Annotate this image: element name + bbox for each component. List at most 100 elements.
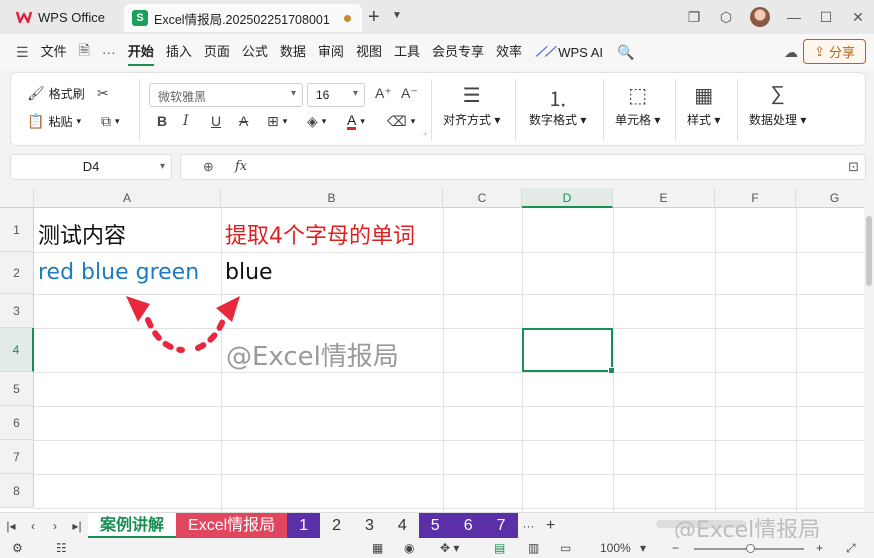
eye-icon[interactable]: ◉ xyxy=(404,541,414,555)
border-icon[interactable]: ⊞ ▾ xyxy=(267,113,287,130)
row-header-7[interactable]: 7 xyxy=(0,440,34,474)
row-header-3[interactable]: 3 xyxy=(0,294,34,328)
sheet-tab-7[interactable]: 7 xyxy=(484,513,518,538)
selected-cell-d4[interactable] xyxy=(522,328,615,374)
name-box[interactable]: D4 ▾ xyxy=(10,154,172,180)
wps-office-tab[interactable]: WPS Office xyxy=(6,4,115,30)
menu-tools[interactable]: 工具 xyxy=(388,34,426,70)
cloud-icon[interactable]: ☁ xyxy=(784,44,798,61)
next-sheet-icon[interactable]: › xyxy=(44,519,66,533)
decrease-font-icon[interactable]: A⁻ xyxy=(401,85,418,102)
formula-bar[interactable]: ⊕ fx ⊡ xyxy=(180,154,866,180)
menu-insert[interactable]: 插入 xyxy=(160,34,198,70)
row-header-6[interactable]: 6 xyxy=(0,406,34,440)
normal-view-icon[interactable]: ▤ xyxy=(494,541,505,555)
spreadsheet-grid[interactable]: A B C D E F G 1 2 3 4 5 6 7 8 测试内容 提取4个字… xyxy=(0,188,864,512)
data-processing-button[interactable]: ∑ 数据处理 ▾ xyxy=(749,83,806,128)
expand-formula-icon[interactable]: ⊡ xyxy=(848,159,859,175)
menu-file[interactable]: 文件 xyxy=(35,34,73,70)
column-header-g[interactable]: G xyxy=(796,188,864,208)
font-size-select[interactable]: 16 ▾ xyxy=(307,83,365,107)
fx-icon[interactable]: fx xyxy=(235,159,247,174)
cell-b2[interactable]: blue xyxy=(225,260,273,285)
more-icon[interactable]: ··· xyxy=(96,44,122,60)
maximize-button[interactable]: ☐ xyxy=(810,9,842,26)
more-sheets-button[interactable]: ··· xyxy=(518,519,540,533)
window-layout-icon[interactable]: ❐ xyxy=(678,9,710,26)
font-color-icon[interactable]: A ▾ xyxy=(347,113,365,130)
scroll-thumb[interactable] xyxy=(866,216,872,286)
style-button[interactable]: ▦ 样式 ▾ xyxy=(687,83,720,128)
prev-sheet-icon[interactable]: ‹ xyxy=(22,519,44,533)
cell-button[interactable]: ⬚ 单元格 ▾ xyxy=(615,83,660,128)
cube-icon[interactable]: ⬡ xyxy=(710,9,742,26)
paste-button[interactable]: 📋 粘贴 ▾ xyxy=(27,113,81,130)
page-layout-view-icon[interactable]: ▥ xyxy=(528,541,539,555)
number-format-button[interactable]: ⒈ 数字格式 ▾ xyxy=(529,83,586,128)
crosshair-icon[interactable]: ✥ ▾ xyxy=(440,541,459,555)
row-header-4[interactable]: 4 xyxy=(0,328,34,372)
new-tab-button[interactable]: + xyxy=(368,6,380,29)
increase-font-icon[interactable]: A⁺ xyxy=(375,85,392,102)
menu-view[interactable]: 视图 xyxy=(350,34,388,70)
share-button[interactable]: ⇪ 分享 xyxy=(803,39,866,64)
row-header-5[interactable]: 5 xyxy=(0,372,34,406)
eraser-icon[interactable]: ⌫ ▾ xyxy=(387,113,415,130)
zoom-slider-knob[interactable] xyxy=(746,544,755,553)
cell-b1[interactable]: 提取4个字母的单词 xyxy=(225,218,415,250)
menu-page[interactable]: 页面 xyxy=(198,34,236,70)
search-icon[interactable]: 🔍 xyxy=(611,44,640,61)
document-icon[interactable]: 🗎 xyxy=(73,40,96,64)
menu-home[interactable]: 开始 xyxy=(122,34,160,70)
fill-color-icon[interactable]: ◈ ▾ xyxy=(307,113,326,130)
sheet-tab-2[interactable]: 2 xyxy=(320,513,353,538)
avatar[interactable] xyxy=(750,7,770,27)
copy-icon[interactable]: ⧉ ▾ xyxy=(101,113,120,130)
fullscreen-icon[interactable]: ⤢ xyxy=(846,541,856,556)
font-name-select[interactable]: 微软雅黑 ▾ xyxy=(149,83,303,107)
sheet-tab-case[interactable]: 案例讲解 xyxy=(88,513,177,538)
sheet-tab-1[interactable]: 1 xyxy=(287,513,321,538)
select-all-corner[interactable] xyxy=(0,188,34,208)
sheet-list-icon[interactable]: ☷ xyxy=(56,541,67,555)
sheet-tab-4[interactable]: 4 xyxy=(386,513,419,538)
menu-formula[interactable]: 公式 xyxy=(236,34,274,70)
close-button[interactable]: ✕ xyxy=(842,9,874,26)
align-button[interactable]: ☰ 对齐方式 ▾ xyxy=(443,83,500,128)
column-header-c[interactable]: C xyxy=(443,188,522,208)
add-sheet-button[interactable]: + xyxy=(540,517,562,535)
page-break-view-icon[interactable]: ▭ xyxy=(560,541,571,555)
chevron-down-icon[interactable]: ▼ xyxy=(392,10,402,21)
cell-a1[interactable]: 测试内容 xyxy=(38,218,126,250)
zoom-out-icon[interactable]: − xyxy=(672,541,679,555)
row-header-2[interactable]: 2 xyxy=(0,252,34,294)
first-sheet-icon[interactable]: |◂ xyxy=(0,519,22,533)
cell-a2[interactable]: red blue green xyxy=(38,260,199,285)
sheet-tab-5[interactable]: 5 xyxy=(418,513,452,538)
hamburger-icon[interactable]: ☰ xyxy=(10,44,35,61)
document-tab[interactable]: S Excel情报局.202502251708001 xyxy=(124,4,362,32)
menu-data[interactable]: 数据 xyxy=(274,34,312,70)
sheet-tab-6[interactable]: 6 xyxy=(451,513,485,538)
scissors-icon[interactable]: ✂ xyxy=(97,85,109,102)
grid-toggle-icon[interactable]: ▦ xyxy=(372,541,383,555)
macro-icon[interactable]: ⚙ xyxy=(12,541,23,555)
last-sheet-icon[interactable]: ▸| xyxy=(66,519,88,533)
column-header-f[interactable]: F xyxy=(715,188,796,208)
column-header-e[interactable]: E xyxy=(613,188,715,208)
italic-icon[interactable]: I xyxy=(183,113,189,129)
zoom-icon[interactable]: ⊕ xyxy=(203,159,214,175)
sheet-tab-3[interactable]: 3 xyxy=(353,513,386,538)
format-painter-button[interactable]: 🖌 格式刷 xyxy=(27,85,85,102)
zoom-dropdown-icon[interactable]: ▾ xyxy=(640,541,646,555)
font-dialog-icon[interactable]: ⌟ xyxy=(423,127,427,136)
minimize-button[interactable]: — xyxy=(778,9,810,25)
column-header-a[interactable]: A xyxy=(34,188,221,208)
column-header-b[interactable]: B xyxy=(221,188,443,208)
row-header-8[interactable]: 8 xyxy=(0,474,34,508)
menu-member[interactable]: 会员专享 xyxy=(426,34,490,70)
zoom-slider[interactable] xyxy=(694,544,804,553)
wps-ai-button[interactable]: ⟋⟋ WPS AI xyxy=(528,44,611,60)
underline-icon[interactable]: U xyxy=(211,113,221,129)
sheet-tab-excel[interactable]: Excel情报局 xyxy=(176,513,288,538)
